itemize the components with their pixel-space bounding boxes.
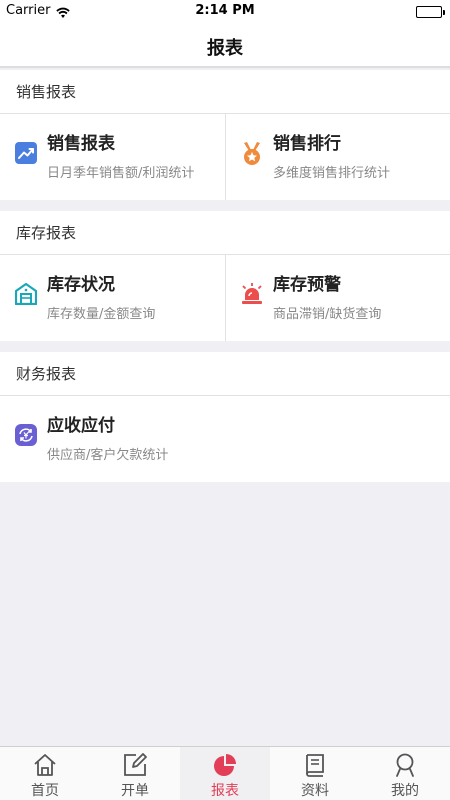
tab-label: 开单	[121, 783, 149, 799]
card-subtitle: 商品滞销/缺货查询	[273, 307, 382, 322]
warehouse-icon	[14, 282, 38, 306]
navigation-bar: 报表	[0, 22, 450, 68]
clock: 2:14 PM	[195, 3, 255, 18]
tab-data[interactable]: 资料	[270, 747, 360, 800]
card-inventory-status[interactable]: 库存状况 库存数量/金额查询	[0, 255, 225, 341]
tab-label: 资料	[301, 783, 329, 799]
card-subtitle: 日月季年销售额/利润统计	[47, 166, 195, 181]
tab-order[interactable]: 开单	[90, 747, 180, 800]
tab-label: 报表	[211, 783, 239, 799]
card-subtitle: 多维度销售排行统计	[273, 166, 391, 181]
trend-chart-icon	[15, 142, 37, 164]
card-title: 销售报表	[47, 134, 115, 154]
section-sales-reports: 销售报表 销售报表 日月季年销售额/利润统计 销售排行 多维度销售排行统计	[0, 70, 450, 200]
profile-icon	[396, 753, 414, 777]
medal-icon	[241, 142, 263, 165]
section-inventory-reports: 库存报表 库存状况 库存数量/金额查询 库存预警 商品滞销/缺货查询	[0, 211, 450, 341]
card-subtitle: 库存数量/金额查询	[47, 307, 156, 322]
edit-icon	[124, 753, 147, 776]
battery-icon	[416, 6, 445, 18]
pie-chart-icon	[214, 754, 236, 776]
tab-profile[interactable]: 我的	[360, 747, 450, 800]
page-title: 报表	[207, 38, 243, 59]
card-subtitle: 供应商/客户欠款统计	[47, 448, 169, 463]
tab-label: 首页	[31, 783, 59, 799]
section-finance-reports: 财务报表 应收应付 供应商/客户欠款统计	[0, 352, 450, 482]
tab-bar: 首页 开单 报表 资料 我的	[0, 746, 450, 800]
status-bar: Carrier 2:14 PM	[0, 0, 450, 22]
section-header: 财务报表	[0, 352, 450, 396]
card-title: 销售排行	[273, 134, 341, 154]
tab-label: 我的	[391, 783, 419, 799]
home-icon	[34, 754, 56, 776]
section-header: 销售报表	[0, 70, 450, 114]
currency-exchange-icon	[15, 424, 37, 446]
card-receivables-payables[interactable]: 应收应付 供应商/客户欠款统计	[0, 396, 225, 482]
section-header: 库存报表	[0, 211, 450, 255]
tab-reports[interactable]: 报表	[180, 747, 270, 800]
alarm-light-icon	[241, 283, 263, 305]
card-title: 应收应付	[47, 416, 115, 436]
card-title: 库存预警	[273, 275, 341, 295]
card-sales-ranking[interactable]: 销售排行 多维度销售排行统计	[225, 114, 450, 200]
card-title: 库存状况	[47, 275, 115, 295]
card-sales-report[interactable]: 销售报表 日月季年销售额/利润统计	[0, 114, 225, 200]
card-inventory-warning[interactable]: 库存预警 商品滞销/缺货查询	[225, 255, 450, 341]
tab-home[interactable]: 首页	[0, 747, 90, 800]
book-icon	[306, 754, 324, 777]
